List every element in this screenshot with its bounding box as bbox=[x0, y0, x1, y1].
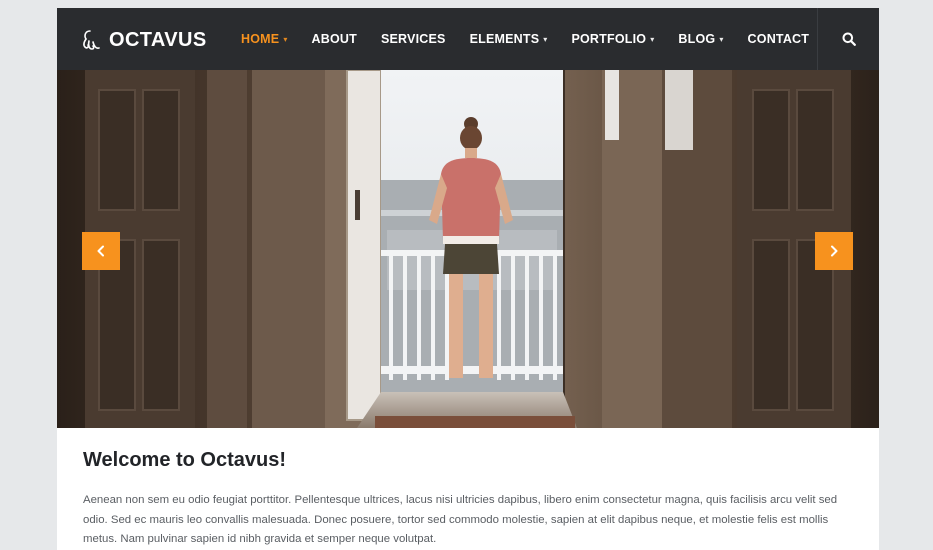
search-button[interactable] bbox=[817, 8, 879, 70]
welcome-section: Welcome to Octavus! Aenean non sem eu od… bbox=[57, 428, 879, 550]
welcome-heading: Welcome to Octavus! bbox=[83, 449, 287, 471]
nav-item-label: PORTFOLIO bbox=[571, 32, 647, 46]
search-icon bbox=[842, 32, 856, 46]
slider-prev-button[interactable] bbox=[82, 232, 120, 270]
nav-item-label: SERVICES bbox=[380, 32, 446, 46]
nav-item-label: CONTACT bbox=[747, 32, 810, 46]
chevron-down-icon: ▾ bbox=[719, 34, 724, 44]
nav-item-home[interactable]: HOME ▾ bbox=[241, 32, 288, 46]
brand-name: OCTAVUS bbox=[109, 28, 207, 51]
hero-image bbox=[57, 70, 879, 428]
nav-item-services[interactable]: SERVICES bbox=[381, 32, 446, 46]
chevron-down-icon: ▾ bbox=[650, 34, 655, 44]
chevron-down-icon: ▾ bbox=[543, 34, 548, 44]
octopus-icon bbox=[83, 30, 100, 50]
nav-item-about[interactable]: ABOUT bbox=[312, 32, 357, 46]
hero-slider bbox=[57, 70, 879, 428]
nav-item-label: HOME bbox=[241, 32, 280, 46]
nav-item-label: ELEMENTS bbox=[469, 32, 540, 46]
chevron-left-icon bbox=[97, 245, 104, 257]
site-header: OCTAVUS HOME ▾ ABOUT SERVICES ELEMENTS ▾… bbox=[57, 8, 879, 70]
chevron-right-icon bbox=[831, 245, 838, 257]
main-nav: HOME ▾ ABOUT SERVICES ELEMENTS ▾ PORTFOL… bbox=[241, 8, 809, 70]
page-container: OCTAVUS HOME ▾ ABOUT SERVICES ELEMENTS ▾… bbox=[57, 8, 879, 550]
nav-item-contact[interactable]: CONTACT bbox=[748, 32, 810, 46]
nav-item-blog[interactable]: BLOG ▾ bbox=[678, 32, 723, 46]
nav-item-label: BLOG bbox=[678, 32, 716, 46]
nav-item-portfolio[interactable]: PORTFOLIO ▾ bbox=[571, 32, 654, 46]
slider-next-button[interactable] bbox=[815, 232, 853, 270]
nav-item-elements[interactable]: ELEMENTS ▾ bbox=[470, 32, 548, 46]
nav-item-label: ABOUT bbox=[311, 32, 357, 46]
welcome-paragraph: Aenean non sem eu odio feugiat porttitor… bbox=[83, 494, 838, 545]
chevron-down-icon: ▾ bbox=[283, 34, 288, 44]
brand-logo[interactable]: OCTAVUS bbox=[81, 27, 207, 53]
